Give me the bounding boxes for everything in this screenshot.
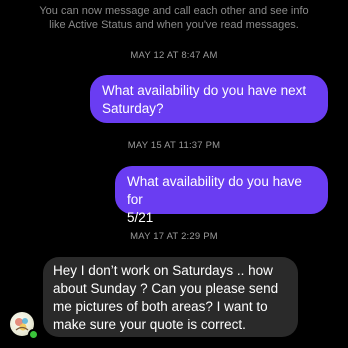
message-line: Hey I don’t work on Saturdays .. how: [53, 263, 273, 278]
message-timestamp: MAY 15 AT 11:37 PM: [127, 140, 221, 151]
message-timestamp: MAY 17 AT 2:29 PM: [130, 231, 218, 242]
info-notice-line-2: like Active Status and when you've read …: [49, 19, 299, 31]
message-line: about Sunday ? Can you please send: [53, 281, 279, 296]
message-line: 5/21: [127, 210, 154, 225]
message-line: What availability do you have next: [102, 83, 307, 98]
message-line: What availability do you have for: [127, 174, 302, 207]
incoming-message-bubble[interactable]: Hey I don’t work on Saturdays .. how abo…: [43, 257, 298, 337]
message-line: me pictures of both areas? I want to: [53, 299, 268, 314]
message-timestamp: MAY 12 AT 8:47 AM: [130, 50, 218, 61]
outgoing-message-bubble[interactable]: What availability do you have next Satur…: [90, 75, 328, 123]
message-line: make sure your quote is correct.: [53, 317, 246, 332]
active-status-dot: [28, 329, 39, 340]
outgoing-message-bubble[interactable]: What availability do you have for 5/21: [115, 166, 328, 225]
info-notice: You can now message and call each other …: [0, 4, 348, 32]
message-line: Saturday?: [102, 101, 164, 116]
info-notice-line-1: You can now message and call each other …: [39, 5, 309, 17]
